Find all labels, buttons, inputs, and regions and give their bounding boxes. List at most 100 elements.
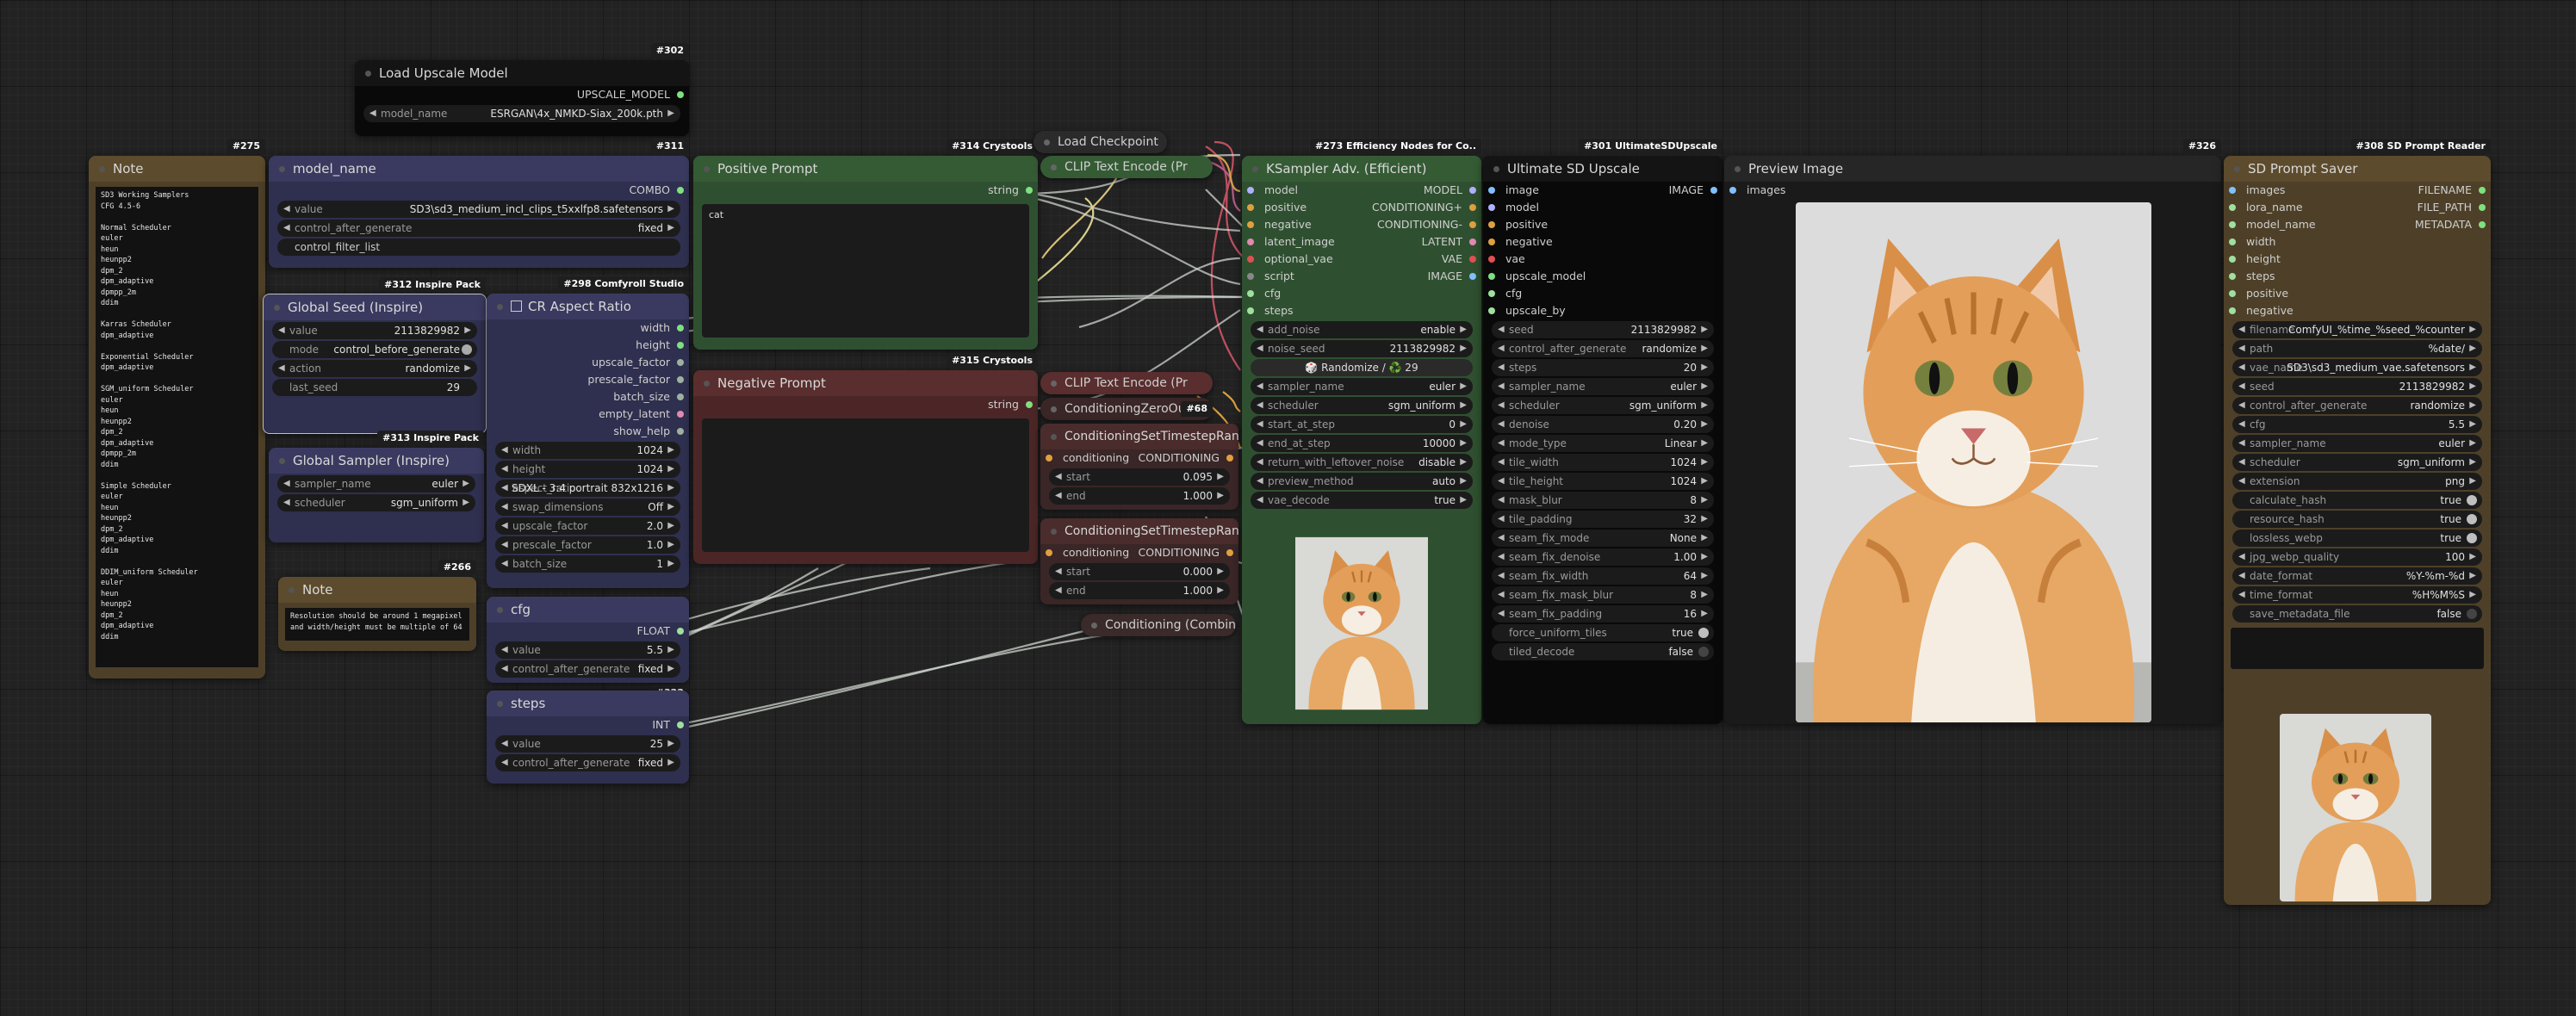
toggle-knob-icon[interactable] — [1698, 628, 1709, 638]
output-socket-icon[interactable] — [2479, 221, 2486, 228]
negative-prompt-textarea[interactable] — [702, 418, 1029, 552]
arrow-left-icon[interactable]: ◀ — [1257, 416, 1263, 433]
sd-prompt-saver-node[interactable]: #308 SD Prompt Reader SD Prompt Saver im… — [2224, 139, 2491, 905]
arrow-left-icon[interactable]: ◀ — [278, 322, 285, 339]
load-upscale-model-node[interactable]: #302 Load Upscale Model UPSCALE_MODEL ◀ m… — [355, 43, 689, 136]
arrow-right-icon[interactable]: ▶ — [667, 480, 674, 497]
input-negative[interactable]: negative — [2224, 302, 2491, 319]
output-socket-icon[interactable] — [1469, 221, 1476, 228]
output-socket-icon[interactable] — [1469, 187, 1476, 194]
arrow-right-icon[interactable]: ▶ — [464, 322, 471, 339]
upscale-widget-sampler-name[interactable]: ◀ sampler_name euler ▶ — [1492, 378, 1714, 395]
input-socket-icon[interactable] — [1488, 204, 1495, 211]
aspect-ratio-combo[interactable]: ◀ aspect_ratio SDXL - 3:4 portrait 832x121… — [495, 480, 680, 497]
load-checkpoint-collapsed-node[interactable]: Load Checkpoint — [1034, 131, 1167, 153]
arrow-right-icon[interactable]: ▶ — [1217, 582, 1224, 599]
node-header[interactable]: Note — [278, 577, 476, 603]
saver-widget-resource-hash[interactable]: resource_hash true — [2232, 511, 2482, 528]
arrow-left-icon[interactable]: ◀ — [2238, 359, 2245, 376]
arrow-right-icon[interactable]: ▶ — [462, 494, 469, 511]
io-image[interactable]: image IMAGE — [1483, 182, 1723, 199]
input-socket-icon[interactable] — [1247, 239, 1254, 245]
input-socket-icon[interactable] — [2229, 239, 2236, 245]
output-combo[interactable]: COMBO — [269, 182, 689, 199]
arrow-right-icon[interactable]: ▶ — [1217, 468, 1224, 486]
saver-widget-date-format[interactable]: ◀ date_format %Y-%m-%d ▶ — [2232, 567, 2482, 585]
upscale-widget-mask-blur[interactable]: ◀ mask_blur 8 ▶ — [1492, 492, 1714, 509]
arrow-right-icon[interactable]: ▶ — [1701, 321, 1708, 338]
arrow-right-icon[interactable]: ▶ — [1701, 435, 1708, 452]
arrow-right-icon[interactable]: ▶ — [1460, 378, 1467, 395]
io-lora-name[interactable]: lora_name FILE_PATH — [2224, 199, 2491, 216]
arrow-right-icon[interactable]: ▶ — [1701, 473, 1708, 490]
conditioning-zero-out-collapsed-node[interactable]: ConditioningZeroOut #68 — [1040, 398, 1213, 420]
collapse-dot-icon[interactable] — [1091, 623, 1097, 629]
arrow-left-icon[interactable]: ◀ — [283, 475, 290, 493]
collapse-dot-icon[interactable] — [1044, 139, 1050, 146]
toggle-knob-icon[interactable] — [1698, 647, 1709, 657]
arrow-left-icon[interactable]: ◀ — [501, 499, 508, 516]
arrow-left-icon[interactable]: ◀ — [1055, 468, 1062, 486]
upscale-widget-seam-fix-denoise[interactable]: ◀ seam_fix_denoise 1.00 ▶ — [1492, 548, 1714, 566]
arrow-right-icon[interactable]: ▶ — [1460, 397, 1467, 414]
start-number[interactable]: ◀ start 0.000 ▶ — [1049, 563, 1230, 580]
collapse-dot-icon[interactable] — [1051, 529, 1057, 535]
arrow-left-icon[interactable]: ◀ — [1498, 548, 1505, 566]
input-socket-icon[interactable] — [2229, 307, 2236, 314]
arrow-right-icon[interactable]: ▶ — [2469, 454, 2476, 471]
arrow-right-icon[interactable]: ▶ — [1701, 567, 1708, 585]
swap-dimensions-combo[interactable]: ◀ swap_dimensions Off ▶ — [495, 499, 680, 516]
output-socket-icon[interactable] — [1226, 455, 1233, 462]
arrow-left-icon[interactable]: ◀ — [1498, 605, 1505, 623]
input-images[interactable]: images — [1724, 182, 2221, 199]
output-socket-icon[interactable] — [1710, 187, 1717, 194]
arrow-right-icon[interactable]: ▶ — [2469, 397, 2476, 414]
note-node-resolution[interactable]: #266 Note Resolution should be around 1 … — [278, 560, 476, 651]
node-header[interactable]: Global Seed (Inspire) — [264, 294, 486, 320]
negative-prompt-node[interactable]: #315 Crystools Negative Prompt string — [693, 353, 1038, 564]
add-noise-combo[interactable]: ◀ add_noise enable ▶ — [1251, 321, 1473, 338]
arrow-right-icon[interactable]: ▶ — [667, 220, 674, 237]
control-after-generate-combo[interactable]: ◀ control_after_generate fixed ▶ — [495, 754, 680, 771]
arrow-left-icon[interactable]: ◀ — [1055, 582, 1062, 599]
arrow-right-icon[interactable]: ▶ — [2469, 567, 2476, 585]
cfg-value-number[interactable]: ◀ value 5.5 ▶ — [495, 641, 680, 659]
height-number[interactable]: ◀ height 1024 ▶ — [495, 461, 680, 478]
arrow-right-icon[interactable]: ▶ — [2469, 359, 2476, 376]
saver-widget-lossless-webp[interactable]: lossless_webp true — [2232, 530, 2482, 547]
preview-image-node[interactable]: #326 Preview Image images — [1724, 139, 2221, 724]
input-width[interactable]: width — [2224, 233, 2491, 251]
output-upscale-factor[interactable]: upscale_factor — [487, 354, 689, 371]
input-height[interactable]: height — [2224, 251, 2491, 268]
value-combo[interactable]: ◀ value SD3\sd3_medium_incl_clips_t5xxlfp8… — [277, 201, 680, 218]
arrow-right-icon[interactable]: ▶ — [667, 735, 674, 753]
input-socket-icon[interactable] — [2229, 187, 2236, 194]
arrow-left-icon[interactable]: ◀ — [2238, 473, 2245, 490]
arrow-left-icon[interactable]: ◀ — [1257, 435, 1263, 452]
prescale-factor-number[interactable]: ◀ prescale_factor 1.0 ▶ — [495, 536, 680, 554]
io-script[interactable]: script IMAGE — [1242, 268, 1481, 285]
arrow-left-icon[interactable]: ◀ — [2238, 321, 2245, 338]
saver-widget-vae-name[interactable]: ◀ vae_name SD3\sd3_medium_vae.safetensors ▶ — [2232, 359, 2482, 376]
arrow-left-icon[interactable]: ◀ — [501, 754, 508, 771]
output-float[interactable]: FLOAT — [487, 623, 689, 640]
node-header[interactable]: Load Upscale Model — [355, 60, 689, 86]
collapse-dot-icon[interactable] — [704, 166, 710, 172]
arrow-left-icon[interactable]: ◀ — [278, 360, 285, 377]
saver-widget-filename[interactable]: ◀ filename ComfyUI_%time_%seed_%counter ▶ — [2232, 321, 2482, 338]
noise-seed-number[interactable]: ◀ noise_seed 2113829982 ▶ — [1251, 340, 1473, 357]
vae-decode-combo[interactable]: ◀ vae_decode true ▶ — [1251, 492, 1473, 509]
upscale-widget-tile-width[interactable]: ◀ tile_width 1024 ▶ — [1492, 454, 1714, 471]
io-negative[interactable]: negative CONDITIONING- — [1242, 216, 1481, 233]
toggle-knob-icon[interactable] — [2467, 514, 2477, 524]
collapse-dot-icon[interactable] — [1051, 406, 1057, 412]
control-after-generate-combo[interactable]: ◀ control_after_generate fixed ▶ — [277, 220, 680, 237]
output-upscale-model[interactable]: UPSCALE_MODEL — [355, 86, 689, 103]
arrow-right-icon[interactable]: ▶ — [667, 461, 674, 478]
arrow-right-icon[interactable]: ▶ — [1460, 454, 1467, 471]
arrow-left-icon[interactable]: ◀ — [2238, 548, 2245, 566]
output-socket-icon[interactable] — [1026, 401, 1033, 408]
collapse-dot-icon[interactable] — [274, 305, 280, 311]
arrow-left-icon[interactable]: ◀ — [1498, 321, 1505, 338]
collapse-dot-icon[interactable] — [99, 166, 105, 172]
